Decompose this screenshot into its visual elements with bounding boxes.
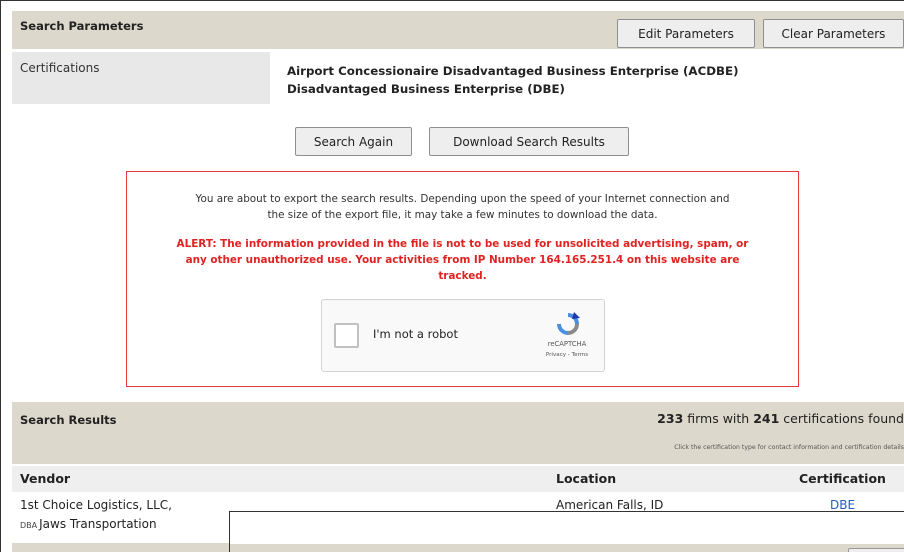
- export-notice-box: You are about to export the search resul…: [126, 171, 799, 387]
- column-header-location[interactable]: Location: [556, 471, 616, 486]
- search-again-button[interactable]: Search Again: [295, 127, 412, 156]
- search-results-title: Search Results: [20, 413, 117, 427]
- export-info-text: You are about to export the search resul…: [137, 191, 788, 223]
- edit-parameters-button[interactable]: Edit Parameters: [617, 19, 755, 48]
- firms-text: firms with: [683, 411, 754, 426]
- results-table-header: Vendor Location Certification: [12, 466, 904, 492]
- next-row-band: [12, 543, 229, 552]
- certification-count: 241: [753, 411, 780, 426]
- dba-name: Jaws Transportation: [39, 517, 157, 531]
- certification-link[interactable]: DBE: [830, 498, 855, 512]
- modal-button[interactable]: [848, 548, 904, 552]
- recaptcha-privacy-terms[interactable]: Privacy - Terms: [527, 352, 607, 358]
- recaptcha-brand: reCAPTCHA: [547, 340, 587, 348]
- certifications-label: Certifications: [20, 61, 100, 75]
- recaptcha-label: I'm not a robot: [373, 327, 458, 341]
- export-info-line: the size of the export file, it may take…: [267, 209, 658, 221]
- recaptcha-checkbox[interactable]: [334, 323, 359, 348]
- search-parameters-title: Search Parameters: [20, 19, 144, 33]
- export-alert-text: ALERT: The information provided in the f…: [137, 236, 788, 284]
- vendor-name: 1st Choice Logistics, LLC,: [20, 498, 172, 512]
- vendor-location: American Falls, ID: [556, 498, 664, 512]
- recaptcha-logo-icon: [557, 312, 580, 335]
- results-count: 233 firms with 241 certifications found: [657, 411, 904, 426]
- export-alert-line: ALERT: The information provided in the f…: [176, 238, 749, 250]
- modal-header-band: [230, 544, 904, 552]
- export-alert-line: tracked.: [438, 270, 487, 282]
- certification-value: Disadvantaged Business Enterprise (DBE): [287, 82, 565, 96]
- certification-value: Airport Concessionaire Disadvantaged Bus…: [287, 64, 739, 78]
- certifications-text: certifications found: [779, 411, 904, 426]
- recaptcha-widget: I'm not a robot reCAPTCHA Privacy - Term…: [321, 299, 605, 372]
- export-alert-line: any other unauthorized use. Your activit…: [185, 254, 740, 266]
- vendor-dba: DBA Jaws Transportation: [20, 517, 157, 531]
- download-search-results-button[interactable]: Download Search Results: [429, 127, 629, 156]
- firm-count: 233: [657, 411, 684, 426]
- search-parameters-header: Search Parameters Edit Parameters Clear …: [12, 11, 904, 49]
- export-info-line: You are about to export the search resul…: [195, 193, 730, 205]
- clear-parameters-button[interactable]: Clear Parameters: [763, 19, 904, 48]
- certifications-label-cell: Certifications: [12, 52, 270, 104]
- column-header-vendor[interactable]: Vendor: [20, 471, 70, 486]
- column-header-certification[interactable]: Certification: [799, 471, 886, 486]
- dba-tag: DBA: [20, 521, 38, 530]
- search-results-header: Search Results 233 firms with 241 certif…: [12, 402, 904, 464]
- results-hint: Click the certification type for contact…: [674, 444, 904, 451]
- certifications-values: Airport Concessionaire Disadvantaged Bus…: [287, 62, 738, 98]
- modal-dialog: [229, 511, 904, 552]
